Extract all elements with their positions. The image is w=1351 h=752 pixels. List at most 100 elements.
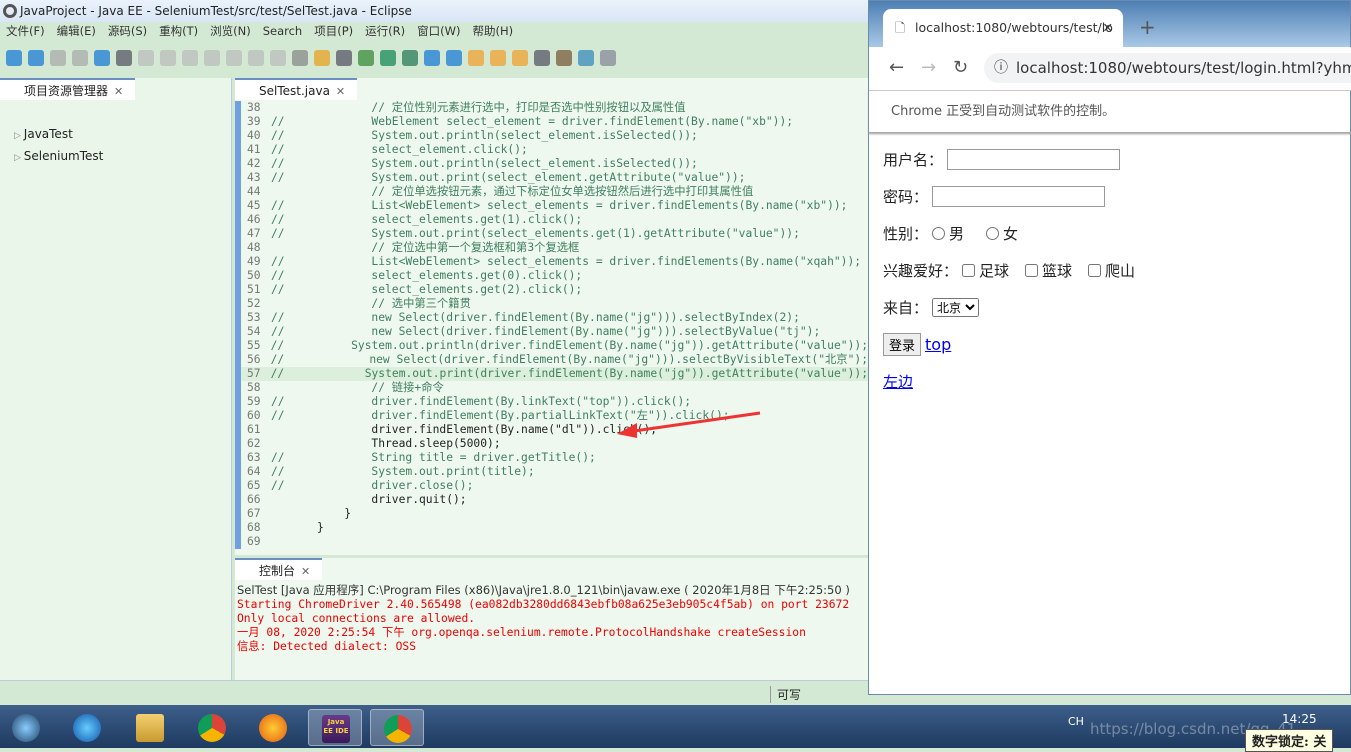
code-line[interactable]: 66 driver.quit(); xyxy=(235,493,868,507)
code-line[interactable]: 44 // 定位单选按钮元素，通过下标定位女单选按钮然后进行选中打印其属性值 xyxy=(235,185,868,199)
toolbar-button-icon[interactable] xyxy=(512,50,528,66)
code-line[interactable]: 58 // 链接+命令 xyxy=(235,381,868,395)
taskbar-app-internet-explorer[interactable] xyxy=(60,709,114,746)
clock[interactable]: 14:25 xyxy=(1282,712,1317,726)
hobby-checkbox-climbing[interactable] xyxy=(1088,264,1102,277)
toolbar-button-icon[interactable] xyxy=(292,50,308,66)
code-line[interactable]: 39 // WebElement select_element = driver.f… xyxy=(235,115,868,129)
toolbar-button-icon[interactable] xyxy=(248,50,264,66)
code-line[interactable]: 45 // List<WebElement> select_elements = d… xyxy=(235,199,868,213)
toolbar-button-icon[interactable] xyxy=(160,50,176,66)
taskbar-app-file-explorer[interactable] xyxy=(123,709,177,746)
toolbar-button-icon[interactable] xyxy=(182,50,198,66)
code-editor[interactable]: SelTest.java ✕ 38 // 定位性别元素进行选中，打印是否选中性别按钮… xyxy=(235,78,868,555)
login-button[interactable]: 登录 xyxy=(883,333,922,356)
toolbar-button-icon[interactable] xyxy=(336,50,352,66)
code-line[interactable]: 43 // System.out.print(select_element.getA… xyxy=(235,171,868,185)
taskbar-app-chrome[interactable] xyxy=(370,709,424,746)
taskbar-app-chrome[interactable] xyxy=(185,709,239,746)
code-line[interactable]: 51 // select_elements.get(2).click(); xyxy=(235,283,868,297)
code-line[interactable]: 53 // new Select(driver.findElement(By.nam… xyxy=(235,311,868,325)
code-line[interactable]: 38 // 定位性别元素进行选中，打印是否选中性别按钮以及属性值 xyxy=(235,101,868,115)
new-tab-button[interactable]: + xyxy=(1139,15,1156,39)
code-line[interactable]: 68} xyxy=(235,521,868,535)
gender-radio-male[interactable] xyxy=(932,227,946,240)
tray-lang[interactable]: CH xyxy=(1068,715,1084,728)
toolbar-button-icon[interactable] xyxy=(116,50,132,66)
browser-tab[interactable]: 🗋 localhost:1080/webtours/test/lo ✕ xyxy=(883,9,1123,47)
code-line[interactable]: 41 // select_element.click(); xyxy=(235,143,868,157)
toolbar-button-icon[interactable] xyxy=(226,50,242,66)
toolbar-button-icon[interactable] xyxy=(556,50,572,66)
toolbar-button-icon[interactable] xyxy=(446,50,462,66)
menu-item[interactable]: Search xyxy=(257,22,309,41)
gender-radio-female[interactable] xyxy=(986,227,1000,240)
tab-project-explorer[interactable]: 项目资源管理器 ✕ xyxy=(0,78,136,100)
taskbar-app-java-ee-ide[interactable]: Java EE IDE xyxy=(308,709,362,746)
password-input[interactable] xyxy=(932,186,1106,207)
console-output[interactable]: Starting ChromeDriver 2.40.565498 (ea082… xyxy=(235,598,868,654)
toolbar-button-icon[interactable] xyxy=(424,50,440,66)
menu-item[interactable]: 编辑(E) xyxy=(51,22,102,41)
project-item[interactable]: SeleniumTest xyxy=(14,146,231,168)
tab-console[interactable]: 控制台 ✕ xyxy=(235,558,323,580)
menu-item[interactable]: 重构(T) xyxy=(153,22,204,41)
close-icon[interactable]: ✕ xyxy=(301,565,310,578)
toolbar-button-icon[interactable] xyxy=(50,50,66,66)
menu-item[interactable]: 文件(F) xyxy=(0,22,51,41)
tab-seltest-java[interactable]: SelTest.java ✕ xyxy=(235,78,358,100)
toolbar-button-icon[interactable] xyxy=(270,50,286,66)
code-line[interactable]: 64 // System.out.print(title); xyxy=(235,465,868,479)
menu-item[interactable]: 浏览(N) xyxy=(204,22,257,41)
code-line[interactable]: 48 // 定位选中第一个复选框和第3个复选框 xyxy=(235,241,868,255)
hobby-checkbox-football[interactable] xyxy=(962,264,976,277)
top-link[interactable]: top xyxy=(925,335,951,354)
toolbar-button-icon[interactable] xyxy=(490,50,506,66)
code-line[interactable]: 54 // new Select(driver.findElement(By.nam… xyxy=(235,325,868,339)
toolbar-button-icon[interactable] xyxy=(138,50,154,66)
code-line[interactable]: 62 Thread.sleep(5000); xyxy=(235,437,868,451)
code-line[interactable]: 59 // driver.findElement(By.linkText("top"… xyxy=(235,395,868,409)
project-item[interactable]: JavaTest xyxy=(14,124,231,146)
code-line[interactable]: 65 // driver.close(); xyxy=(235,479,868,493)
close-icon[interactable]: ✕ xyxy=(336,85,345,98)
code-line[interactable]: 56 // new Select(driver.findElement(By.nam… xyxy=(235,353,868,367)
left-link[interactable]: 左边 xyxy=(883,371,913,392)
toolbar-button-icon[interactable] xyxy=(578,50,594,66)
code-line[interactable]: 49 // List<WebElement> select_elements = d… xyxy=(235,255,868,269)
menu-item[interactable]: 窗口(W) xyxy=(411,22,466,41)
code-line[interactable]: 60//driver.findElement(By.partialLinkTex… xyxy=(235,409,868,423)
menu-item[interactable]: 项目(P) xyxy=(308,22,359,41)
from-select[interactable]: 北京 xyxy=(932,298,980,317)
toolbar-button-icon[interactable] xyxy=(468,50,484,66)
code-line[interactable]: 40 // System.out.println(select_element.is… xyxy=(235,129,868,143)
toolbar-button-icon[interactable] xyxy=(314,50,330,66)
code-line[interactable]: 55 // System.out.println(driver.findElemen… xyxy=(235,339,868,353)
taskbar-app-firefox[interactable] xyxy=(246,709,300,746)
code-line[interactable]: 61 driver.findElement(By.name("dl")).clic… xyxy=(235,423,868,437)
toolbar-button-icon[interactable] xyxy=(72,50,88,66)
back-button[interactable]: ← xyxy=(889,57,904,78)
start-button[interactable] xyxy=(4,709,48,746)
code-lines[interactable]: 38 // 定位性别元素进行选中，打印是否选中性别按钮以及属性值 39 // WebEl… xyxy=(235,101,868,549)
close-tab-icon[interactable]: ✕ xyxy=(1103,9,1113,47)
toolbar-button-icon[interactable] xyxy=(402,50,418,66)
code-line[interactable]: 52 // 选中第三个籍贯 xyxy=(235,297,868,311)
toolbar-button-icon[interactable] xyxy=(94,50,110,66)
code-line[interactable]: 42 // System.out.println(select_element.is… xyxy=(235,157,868,171)
code-line[interactable]: 69 xyxy=(235,535,868,549)
toolbar-button-icon[interactable] xyxy=(358,50,374,66)
hobby-checkbox-basketball[interactable] xyxy=(1025,264,1039,277)
toolbar-button-icon[interactable] xyxy=(204,50,220,66)
toolbar-button-icon[interactable] xyxy=(28,50,44,66)
toolbar-button-icon[interactable] xyxy=(380,50,396,66)
code-line[interactable]: 46 // select_elements.get(1).click(); xyxy=(235,213,868,227)
menu-item[interactable]: 帮助(H) xyxy=(466,22,519,41)
code-line[interactable]: 57 // System.out.print(driver.findElement(… xyxy=(235,367,868,381)
code-line[interactable]: 47 // System.out.print(select_elements.get… xyxy=(235,227,868,241)
reload-button[interactable]: ↻ xyxy=(953,57,968,78)
close-icon[interactable]: ✕ xyxy=(114,85,123,98)
menu-item[interactable]: 运行(R) xyxy=(359,22,411,41)
toolbar-button-icon[interactable] xyxy=(6,50,22,66)
code-line[interactable]: 50 // select_elements.get(0).click(); xyxy=(235,269,868,283)
